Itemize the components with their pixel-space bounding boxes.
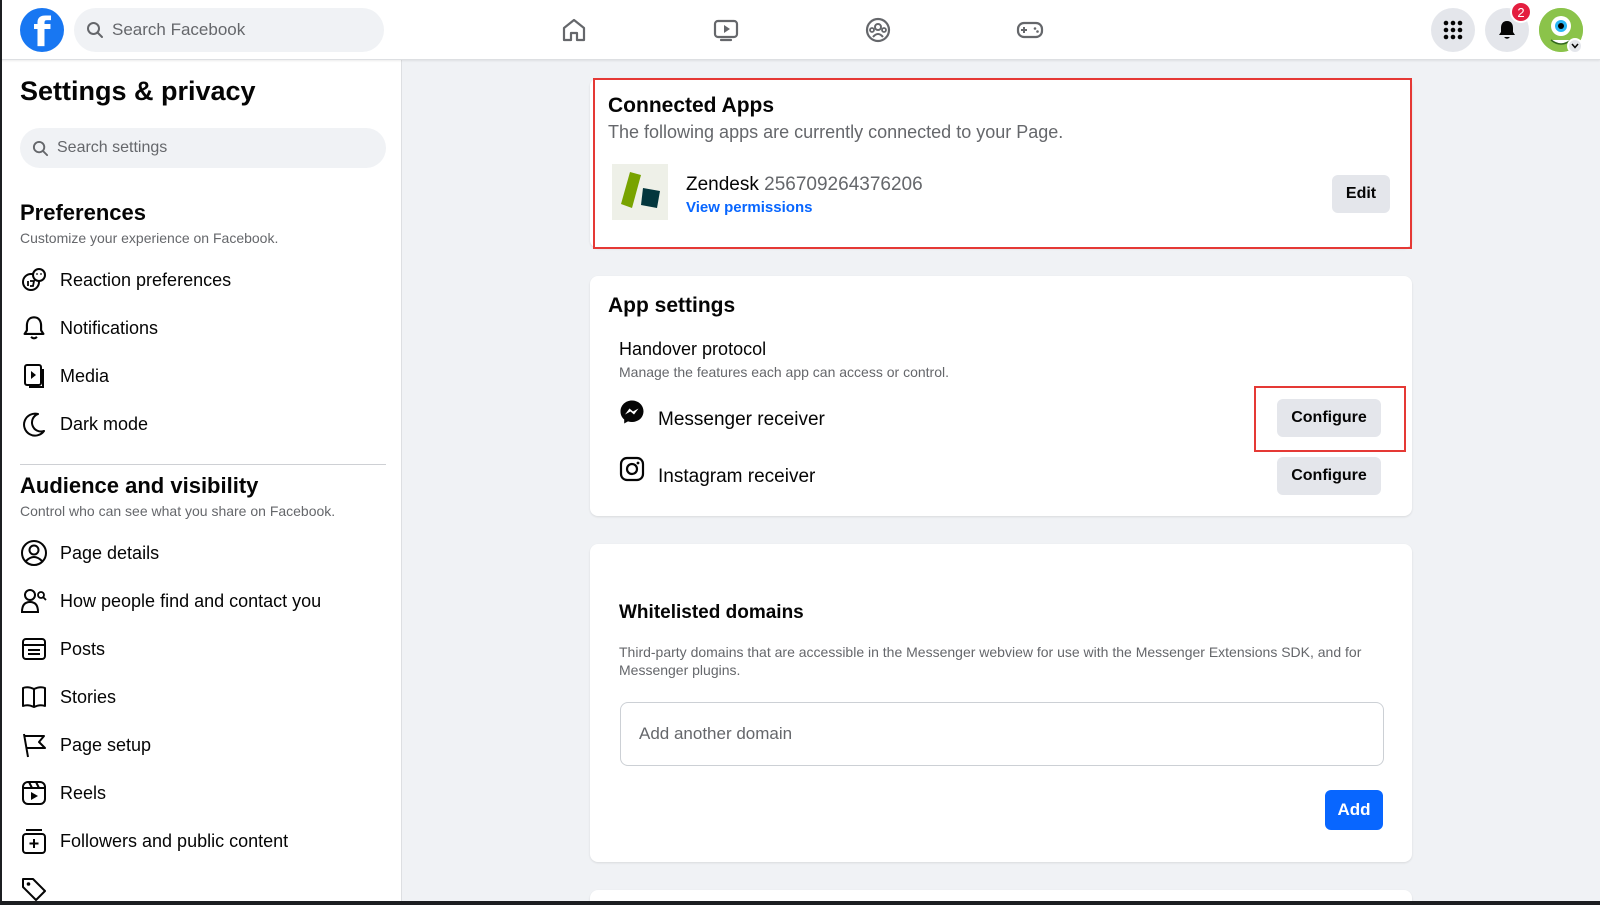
bell-icon [1499,21,1515,39]
account-caret-button[interactable] [1567,38,1583,54]
facebook-logo[interactable]: f [20,8,64,56]
instagram-configure-button[interactable]: Configure [1277,457,1381,495]
sidebar-item-reaction-preferences[interactable]: Reaction preferences [20,262,386,298]
sidebar-item-notifications[interactable]: Notifications [20,310,386,346]
menu-button[interactable] [1431,8,1475,52]
add-domain-button[interactable]: Add [1325,790,1383,830]
sidebar-item-label: Reels [60,782,107,803]
home-icon [562,18,586,42]
sidebar-item-label: Stories [60,686,117,707]
sidebar-item-followers[interactable]: Followers and public content [20,823,386,859]
connected-apps-subtitle: The following apps are currently connect… [608,122,1064,142]
bell-icon [20,314,48,342]
people-search-icon [20,587,48,615]
messenger-configure-button[interactable]: Configure [1277,399,1381,437]
facebook-search-box[interactable]: Search Facebook [74,8,384,52]
settings-search-box[interactable]: Search settings [20,128,386,168]
app-settings-title: App settings [608,294,736,317]
handover-heading: Handover protocol [619,339,767,359]
gaming-icon [1016,21,1044,39]
sidebar-item-label: Media [60,365,110,386]
whitelisted-domains-title: Whitelisted domains [619,602,804,623]
flag-icon [20,731,48,759]
sidebar-item-media[interactable]: Media [20,358,386,394]
home-nav-button[interactable] [556,12,592,48]
posts-icon [20,635,48,663]
search-icon [32,140,49,156]
video-icon [713,19,739,42]
reaction-icon [20,266,48,294]
tag-icon [20,875,48,901]
groups-icon [865,17,891,43]
sidebar-item-reels[interactable]: Reels [20,775,386,811]
moon-icon [20,410,48,438]
grid-menu-icon [1443,20,1463,40]
connected-apps-card: Connected Apps The following apps are cu… [590,78,1412,248]
sidebar-item-stories[interactable]: Stories [20,679,386,715]
sidebar-item-partial[interactable] [20,871,386,901]
sidebar-item-posts[interactable]: Posts [20,631,386,667]
app-name: Zendesk [686,174,759,195]
sidebar-title: Settings & privacy [20,76,256,106]
app-settings-card: App settings Handover protocol Manage th… [590,276,1412,516]
zendesk-logo [612,164,668,220]
view-permissions-link[interactable]: View permissions [686,199,812,216]
sidebar-item-page-details[interactable]: Page details [20,535,386,571]
sidebar-item-label: Followers and public content [60,830,289,851]
sidebar-item-label: How people find and contact you [60,590,322,611]
sidebar-item-label: Dark mode [60,413,149,434]
sidebar-item-label: Posts [60,638,106,659]
user-circle-icon [20,539,48,567]
sidebar-item-label: Page setup [60,734,152,755]
sidebar-item-label: Reaction preferences [60,269,232,290]
app-name-row: Zendesk 256709264376206 [686,174,923,196]
chevron-down-icon [1571,43,1579,49]
preferences-subtitle: Customize your experience on Facebook. [20,230,279,246]
next-card-partial [590,890,1412,905]
messenger-receiver-label: Messenger receiver [658,409,825,430]
video-nav-button[interactable] [708,12,744,48]
settings-search-placeholder: Search settings [57,139,168,156]
connected-apps-title: Connected Apps [608,94,775,117]
preferences-heading: Preferences [20,200,146,225]
top-navigation-bar: f Search Facebook 2 [0,0,1600,60]
audience-heading: Audience and visibility [20,473,259,498]
zendesk-logo-icon [612,164,668,220]
gaming-nav-button[interactable] [1012,12,1048,48]
add-domain-input[interactable] [620,702,1384,766]
instagram-icon [619,456,645,482]
sidebar-item-find-and-contact[interactable]: How people find and contact you [20,583,386,619]
book-icon [20,683,48,711]
app-id: 256709264376206 [764,174,923,195]
edit-app-button[interactable]: Edit [1332,175,1390,213]
settings-sidebar: Settings & privacy Search settings Prefe… [2,60,402,901]
media-icon [20,362,48,390]
audience-subtitle: Control who can see what you share on Fa… [20,503,336,519]
messenger-icon [619,399,645,425]
followers-icon [20,827,48,855]
instagram-receiver-label: Instagram receiver [658,466,816,487]
sidebar-item-page-setup[interactable]: Page setup [20,727,386,763]
sidebar-item-dark-mode[interactable]: Dark mode [20,406,386,442]
groups-nav-button[interactable] [860,12,896,48]
sidebar-item-label: Page details [60,542,160,563]
facebook-search-placeholder: Search Facebook [112,20,246,39]
section-divider [20,464,386,465]
search-icon [87,22,103,38]
handover-subtitle: Manage the features each app can access … [619,364,949,380]
notification-count-badge: 2 [1510,1,1532,23]
reels-icon [20,779,48,807]
whitelisted-domains-description: Third-party domains that are accessible … [619,644,1362,678]
sidebar-item-label: Notifications [60,317,159,338]
